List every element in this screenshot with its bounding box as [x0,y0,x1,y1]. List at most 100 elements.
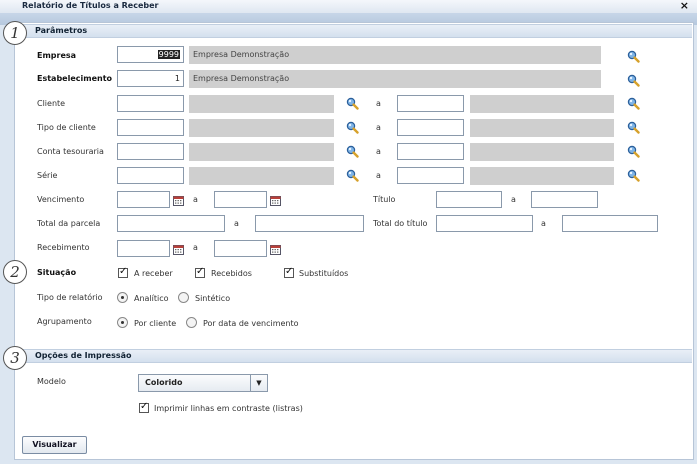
serie-from-lookup-icon[interactable] [346,169,359,182]
modelo-select[interactable]: Colorido ▼ [138,374,268,392]
situacao-a-receber-checkbox[interactable] [118,266,128,278]
cliente-to-name [470,95,614,113]
empresa-code-input[interactable]: 9999 [117,46,184,63]
recebimento-label: Recebimento [37,243,90,252]
total-parcela-to-input[interactable] [255,215,364,232]
vencimento-from-calendar-icon[interactable] [173,196,184,206]
section-impressao-title: Opções de Impressão [35,351,132,360]
tipo-relatorio-sintetico-radio[interactable] [178,292,189,303]
situacao-substituidos-label: Substituídos [299,269,349,278]
cliente-label: Cliente [37,99,66,108]
serie-from-input[interactable] [117,167,184,184]
step-2-badge: 2 [3,260,27,284]
total-titulo-label: Total do título [373,219,428,228]
modelo-select-value: Colorido [145,378,183,387]
tipo-cliente-range-sep: a [376,123,381,132]
tipo-relatorio-label: Tipo de relatório [37,293,103,302]
cliente-to-lookup-icon[interactable] [627,97,640,110]
section-impressao: Opções de Impressão [15,349,692,363]
situacao-label: Situação [37,268,77,277]
total-parcela-from-input[interactable] [117,215,225,232]
report-window: Relatório de Títulos a Receber × Parâmet… [0,0,697,464]
conta-tesouraria-from-input[interactable] [117,143,184,160]
total-parcela-range-sep: a [234,219,239,228]
step-3-badge: 3 [3,346,27,370]
tipo-cliente-from-name [189,119,334,137]
serie-from-name [189,167,334,185]
serie-to-name [470,167,614,185]
recebimento-to-input[interactable] [214,240,267,257]
cliente-range-sep: a [376,99,381,108]
total-titulo-to-input[interactable] [562,215,658,232]
conta-tesouraria-label: Conta tesouraria [37,147,104,156]
estabelecimento-label: Estabelecimento [37,74,113,83]
estabelecimento-code-input[interactable]: 1 [117,70,184,87]
visualizar-button[interactable]: Visualizar [22,436,87,454]
contraste-checkbox[interactable] [139,401,149,413]
vencimento-to-input[interactable] [214,191,267,208]
situacao-recebidos-label: Recebidos [211,269,252,278]
section-parametros: Parâmetros [15,24,692,38]
close-icon[interactable]: × [680,0,689,12]
agrupamento-por-cliente-label: Por cliente [134,319,177,328]
vencimento-from-input[interactable] [117,191,170,208]
serie-label: Série [37,171,58,180]
total-titulo-range-sep: a [541,219,546,228]
vencimento-to-calendar-icon[interactable] [270,196,281,206]
titulo-from-input[interactable] [436,191,502,208]
titulo-to-input[interactable] [531,191,598,208]
conta-tesouraria-from-lookup-icon[interactable] [346,145,359,158]
empresa-label: Empresa [37,51,77,60]
recebimento-from-input[interactable] [117,240,170,257]
contraste-label: Imprimir linhas em contraste (listras) [154,404,303,413]
recebimento-range-sep: a [193,243,198,252]
cliente-from-lookup-icon[interactable] [346,97,359,110]
tipo-relatorio-analitico-label: Analítico [134,294,169,303]
cliente-from-name [189,95,334,113]
total-titulo-from-input[interactable] [436,215,533,232]
step-1-badge: 1 [3,21,27,45]
tipo-cliente-to-name [470,119,614,137]
recebimento-to-calendar-icon[interactable] [270,245,281,255]
serie-to-lookup-icon[interactable] [627,169,640,182]
conta-tesouraria-range-sep: a [376,147,381,156]
tipo-cliente-from-input[interactable] [117,119,184,136]
title-bar: Relatório de Títulos a Receber × [0,0,697,14]
titulo-range-sep: a [511,195,516,204]
conta-tesouraria-from-name [189,143,334,161]
tipo-relatorio-sintetico-label: Sintético [195,294,231,303]
serie-range-sep: a [376,171,381,180]
estabelecimento-lookup-icon[interactable] [627,74,640,87]
conta-tesouraria-to-lookup-icon[interactable] [627,145,640,158]
tipo-relatorio-analitico-radio[interactable] [117,292,128,303]
modelo-label: Modelo [37,377,66,386]
situacao-recebidos-checkbox[interactable] [195,266,205,278]
recebimento-from-calendar-icon[interactable] [173,245,184,255]
total-parcela-label: Total da parcela [37,219,101,228]
tipo-cliente-to-lookup-icon[interactable] [627,121,640,134]
empresa-lookup-icon[interactable] [627,50,640,63]
tipo-cliente-from-lookup-icon[interactable] [346,121,359,134]
estabelecimento-name-field: Empresa Demonstração [189,70,601,88]
chevron-down-icon[interactable]: ▼ [250,375,267,391]
cliente-to-input[interactable] [397,95,464,112]
empresa-name-field: Empresa Demonstração [189,46,601,64]
tipo-cliente-label: Tipo de cliente [37,123,96,132]
vencimento-range-sep: a [193,195,198,204]
agrupamento-por-vencimento-radio[interactable] [186,317,197,328]
tipo-cliente-to-input[interactable] [397,119,464,136]
situacao-substituidos-checkbox[interactable] [284,266,294,278]
window-title: Relatório de Títulos a Receber [22,1,159,10]
conta-tesouraria-to-name [470,143,614,161]
empresa-code-value: 9999 [157,50,180,59]
situacao-a-receber-label: A receber [134,269,173,278]
agrupamento-label: Agrupamento [37,317,92,326]
titulo-label: Título [373,195,396,204]
agrupamento-por-vencimento-label: Por data de vencimento [203,319,299,328]
agrupamento-por-cliente-radio[interactable] [117,317,128,328]
cliente-from-input[interactable] [117,95,184,112]
vencimento-label: Vencimento [37,195,85,204]
section-parametros-title: Parâmetros [35,26,88,35]
serie-to-input[interactable] [397,167,464,184]
conta-tesouraria-to-input[interactable] [397,143,464,160]
